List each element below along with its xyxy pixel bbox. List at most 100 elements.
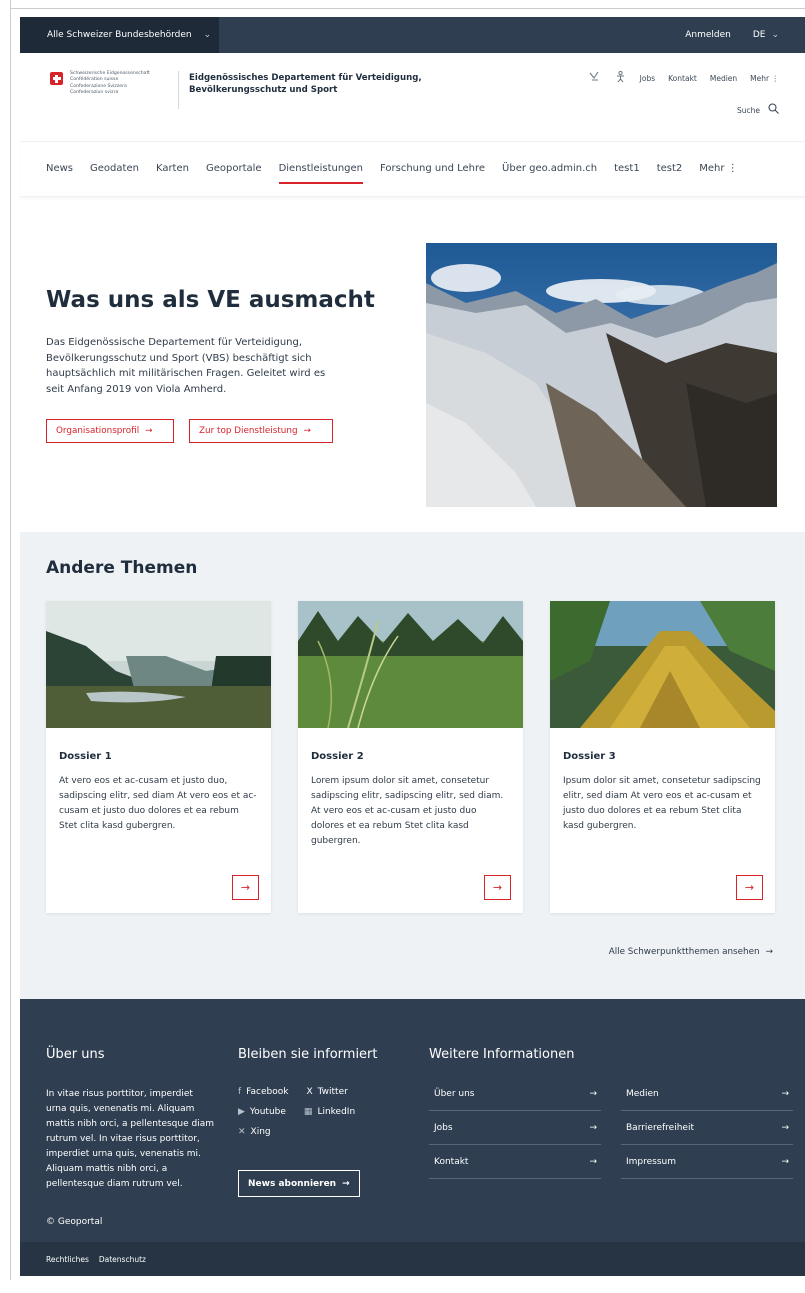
organisationsprofil-button[interactable]: Organisationsprofil → bbox=[46, 419, 174, 443]
card-text: At vero eos et ac-cusam et justo duo, sa… bbox=[59, 776, 257, 831]
all-topics-link[interactable]: Alle Schwerpunktthemen ansehen → bbox=[609, 947, 773, 957]
footer-link-label: Medien bbox=[626, 1088, 659, 1099]
arrow-right-icon: → bbox=[145, 426, 153, 436]
social-twitter[interactable]: X Twitter bbox=[306, 1087, 347, 1097]
more-dots-icon: ⋮ bbox=[771, 73, 780, 83]
social-facebook[interactable]: f Facebook bbox=[238, 1087, 288, 1097]
social-label: Twitter bbox=[317, 1087, 348, 1097]
page: Alle Schweizer Bundesbehörden ⌄ Anmelden… bbox=[20, 17, 805, 1276]
footer-link-ueber-uns[interactable]: Über uns → bbox=[429, 1077, 601, 1111]
language-label: DE bbox=[752, 30, 766, 40]
meta-link-medien[interactable]: Medien bbox=[710, 74, 737, 83]
social-links: f Facebook X Twitter ▶ Youtube ▦ LinkedIn ✕ X… bbox=[238, 1087, 408, 1147]
footer-stay-heading: Bleiben sie informiert bbox=[238, 1047, 378, 1062]
card-arrow-button[interactable]: → bbox=[484, 875, 511, 900]
swiss-flag-icon[interactable] bbox=[50, 72, 63, 85]
search-trigger[interactable]: Suche bbox=[737, 103, 779, 117]
footer-link-label: Über uns bbox=[434, 1088, 475, 1099]
meta-link-jobs[interactable]: Jobs bbox=[640, 74, 655, 83]
nav-item-test2[interactable]: test2 bbox=[657, 163, 683, 174]
arrow-right-icon: → bbox=[589, 1122, 597, 1133]
arrow-right-icon: → bbox=[240, 881, 251, 894]
footer-link-label: Jobs bbox=[434, 1122, 453, 1133]
sign-language-icon[interactable] bbox=[588, 70, 601, 86]
logo-line: Confederaziun svizra bbox=[70, 89, 119, 95]
language-selector[interactable]: DE ⌄ bbox=[753, 30, 779, 40]
top-service-label: Zur top Dienstleistung bbox=[199, 426, 298, 436]
social-label: Xing bbox=[250, 1127, 271, 1137]
other-topics-section: Andere Themen Dossier 1 At vero eos et a… bbox=[20, 532, 805, 999]
footer-link-medien[interactable]: Medien → bbox=[621, 1077, 793, 1111]
login-link[interactable]: Anmelden bbox=[685, 30, 731, 40]
more-dots-icon: ⋮ bbox=[727, 163, 738, 174]
arrow-right-icon: → bbox=[303, 426, 311, 436]
arrow-right-icon: → bbox=[744, 881, 755, 894]
social-label: LinkedIn bbox=[317, 1107, 356, 1117]
arrow-right-icon: → bbox=[781, 1156, 789, 1167]
nav-item-geoportale[interactable]: Geoportale bbox=[206, 163, 262, 174]
arrow-right-icon: → bbox=[342, 1178, 350, 1189]
meta-link-mehr[interactable]: Mehr ⋮ bbox=[750, 74, 779, 83]
dossier-image bbox=[298, 601, 523, 728]
arrow-right-icon: → bbox=[781, 1122, 789, 1133]
card-arrow-button[interactable]: → bbox=[232, 875, 259, 900]
social-label: Youtube bbox=[249, 1107, 286, 1117]
meta-link-kontakt[interactable]: Kontakt bbox=[668, 74, 697, 83]
footer-link-impressum[interactable]: Impressum → bbox=[621, 1145, 793, 1179]
top-service-button[interactable]: Zur top Dienstleistung → bbox=[189, 419, 333, 443]
top-bar-right: Anmelden DE ⌄ bbox=[685, 30, 805, 40]
nav-item-geodaten[interactable]: Geodaten bbox=[90, 163, 139, 174]
arrow-right-icon: → bbox=[589, 1088, 597, 1099]
search-label: Suche bbox=[736, 105, 760, 115]
dossier-image bbox=[550, 601, 775, 728]
nav-item-news[interactable]: News bbox=[46, 163, 73, 174]
nav-item-forschung[interactable]: Forschung und Lehre bbox=[380, 163, 485, 174]
meta-link-mehr-label: Mehr bbox=[750, 73, 770, 83]
department-name[interactable]: Eidgenössisches Departement für Verteidi… bbox=[189, 72, 429, 96]
topic-card[interactable]: Dossier 2 Lorem ipsum dolor sit amet, co… bbox=[298, 601, 523, 913]
footer: Über uns In vitae risus porttitor, imper… bbox=[20, 999, 805, 1276]
dossier-image bbox=[46, 601, 271, 728]
topic-card[interactable]: Dossier 3 Ipsum dolor sit amet, consetet… bbox=[550, 601, 775, 913]
privacy-link[interactable]: Datenschutz bbox=[99, 1255, 146, 1264]
youtube-icon: ▶ bbox=[238, 1107, 245, 1117]
departments-label: Alle Schweizer Bundesbehörden bbox=[47, 30, 192, 40]
footer-link-label: Impressum bbox=[626, 1156, 677, 1167]
card-title: Dossier 2 bbox=[311, 751, 364, 762]
nav-item-karten[interactable]: Karten bbox=[156, 163, 189, 174]
xing-icon: ✕ bbox=[238, 1127, 246, 1137]
footer-about-heading: Über uns bbox=[46, 1047, 105, 1062]
organisationsprofil-label: Organisationsprofil bbox=[56, 426, 140, 436]
departments-dropdown[interactable]: Alle Schweizer Bundesbehörden ⌄ bbox=[20, 17, 220, 53]
newsletter-button[interactable]: News abonnieren → bbox=[238, 1170, 360, 1197]
social-linkedin[interactable]: ▦ LinkedIn bbox=[304, 1107, 355, 1117]
nav-item-dienstleistungen[interactable]: Dienstleistungen bbox=[278, 163, 364, 184]
nav-item-ueber-geo-admin[interactable]: Über geo.admin.ch bbox=[502, 163, 597, 174]
footer-links-column-1: Über uns → Jobs → Kontakt → bbox=[429, 1077, 601, 1179]
card-arrow-button[interactable]: → bbox=[736, 875, 763, 900]
easy-language-icon[interactable] bbox=[614, 70, 627, 86]
card-text: Lorem ipsum dolor sit amet, consetetur s… bbox=[311, 776, 504, 846]
meta-navigation: Jobs Kontakt Medien Mehr ⋮ bbox=[588, 70, 779, 86]
copyright: © Geoportal bbox=[46, 1217, 103, 1227]
nav-item-mehr[interactable]: Mehr ⋮ bbox=[699, 163, 737, 174]
x-twitter-icon: X bbox=[306, 1087, 313, 1097]
arrow-right-icon: → bbox=[781, 1088, 789, 1099]
header: Schweizerische Eidgenossenschaft Confédé… bbox=[20, 53, 805, 142]
hero-section: Was uns als VE ausmacht Das Eidgenössisc… bbox=[20, 197, 805, 532]
social-youtube[interactable]: ▶ Youtube bbox=[238, 1107, 286, 1117]
footer-links-column-2: Medien → Barrierefreiheit → Impressum → bbox=[621, 1077, 793, 1179]
nav-item-test1[interactable]: test1 bbox=[614, 163, 640, 174]
logo-divider bbox=[178, 71, 179, 109]
confederation-wordmark: Schweizerische Eidgenossenschaft Confédé… bbox=[70, 71, 170, 96]
social-label: Facebook bbox=[246, 1087, 289, 1097]
legal-link[interactable]: Rechtliches bbox=[46, 1255, 89, 1264]
footer-link-barrierefreiheit[interactable]: Barrierefreiheit → bbox=[621, 1111, 793, 1145]
topic-card[interactable]: Dossier 1 At vero eos et ac-cusam et jus… bbox=[46, 601, 271, 913]
card-title: Dossier 1 bbox=[59, 751, 112, 762]
footer-link-kontakt[interactable]: Kontakt → bbox=[429, 1145, 601, 1179]
footer-link-jobs[interactable]: Jobs → bbox=[429, 1111, 601, 1145]
social-xing[interactable]: ✕ Xing bbox=[238, 1127, 271, 1137]
nav-item-mehr-label: Mehr bbox=[699, 163, 725, 174]
facebook-icon: f bbox=[238, 1087, 242, 1097]
